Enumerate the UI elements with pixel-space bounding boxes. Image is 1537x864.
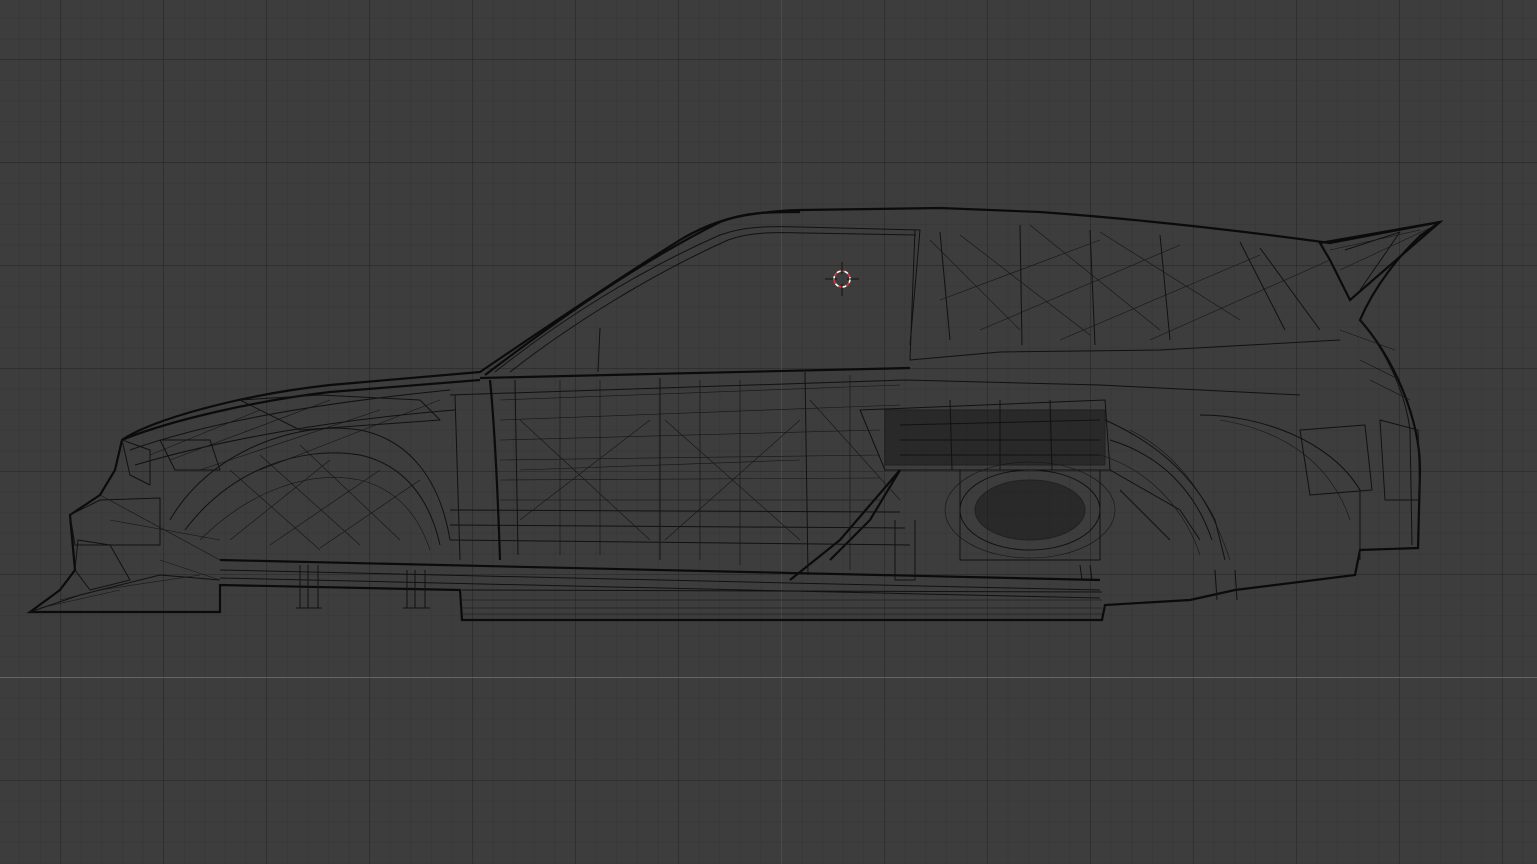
3d-cursor-icon[interactable] [825, 262, 859, 296]
3d-viewport[interactable] [0, 0, 1537, 864]
car-wireframe-mesh[interactable] [26, 206, 1444, 622]
viewport-canvas[interactable] [0, 0, 1537, 864]
